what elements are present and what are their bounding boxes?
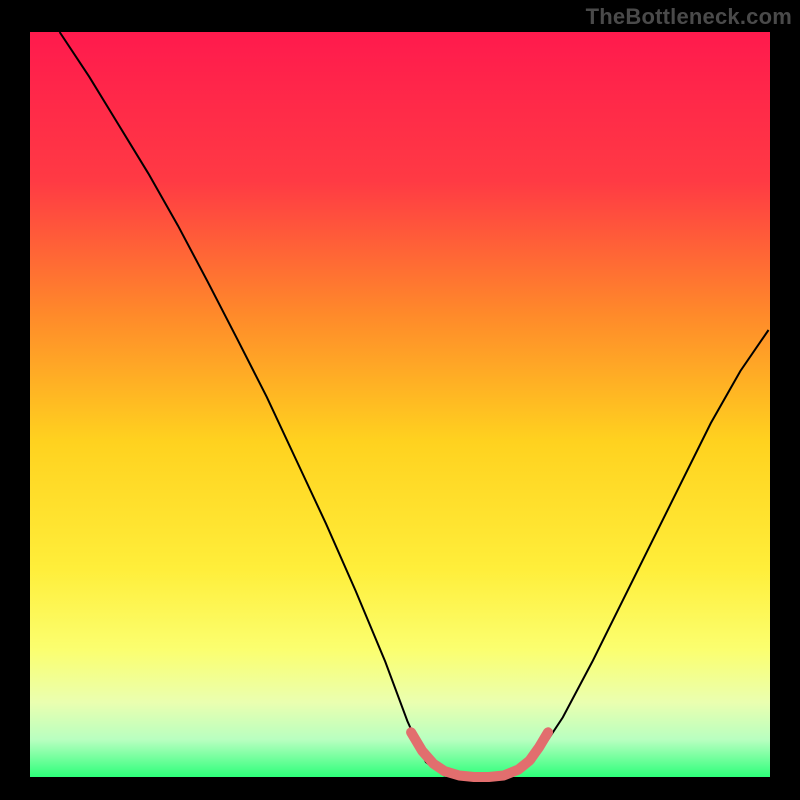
watermark-text: TheBottleneck.com (586, 4, 792, 30)
bottleneck-chart (0, 0, 800, 800)
chart-frame: TheBottleneck.com (0, 0, 800, 800)
plot-background (30, 32, 770, 777)
